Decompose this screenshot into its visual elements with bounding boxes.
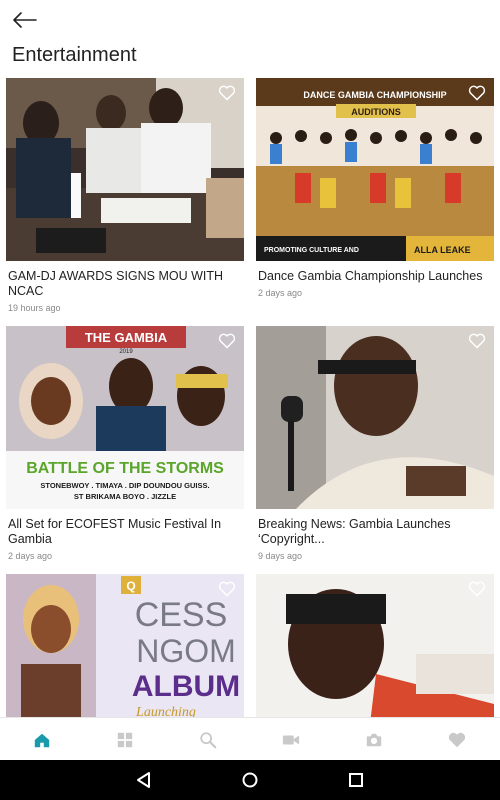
image-caption-right: ALLA LEAKE [414, 245, 471, 255]
favorite-heart-icon[interactable] [218, 85, 236, 101]
festival-poster: THE GAMBIA 2019 BATTLE OF THE STORMS STO… [6, 326, 244, 509]
favorite-heart-icon[interactable] [468, 581, 486, 597]
bottom-navigation [0, 717, 500, 761]
article-thumbnail[interactable]: THE GAMBIA 2019 BATTLE OF THE STORMS STO… [6, 326, 244, 509]
nav-categories[interactable] [83, 718, 167, 761]
home-icon [34, 733, 50, 748]
album-brand-letter: Q [126, 579, 135, 593]
image-caption-left: PROMOTING CULTURE AND [264, 247, 359, 254]
article-title[interactable]: Breaking News: Gambia Launches ‘Copyrigh… [256, 517, 494, 547]
favorite-heart-icon[interactable] [218, 581, 236, 597]
system-back-icon[interactable] [134, 770, 154, 790]
article-timestamp: 19 hours ago [8, 303, 61, 313]
article-card[interactable]: GAM-DJ AWARDS SIGNS MOU WITH NCAC 19 hou… [6, 78, 244, 313]
article-thumbnail[interactable] [6, 78, 244, 261]
poster-lineup-1: STONEBWOY . TIMAYA . DIP DOUNDOU GUISS. [40, 481, 209, 490]
image-badge: AUDITIONS [351, 107, 401, 117]
article-card[interactable]: DANCE GAMBIA CHAMPIONSHIP AUDITIONS PROM… [256, 78, 494, 298]
album-line-2: NGOM [136, 633, 236, 669]
nav-video[interactable] [249, 718, 333, 761]
article-title[interactable]: GAM-DJ AWARDS SIGNS MOU WITH NCAC [6, 269, 244, 299]
system-navigation-bar [0, 760, 500, 800]
system-home-icon[interactable] [240, 770, 260, 790]
search-icon [200, 732, 217, 749]
article-thumbnail[interactable]: DANCE GAMBIA CHAMPIONSHIP AUDITIONS PROM… [256, 78, 494, 261]
article-timestamp: 2 days ago [258, 288, 303, 298]
page-title: Entertainment [12, 44, 137, 66]
video-camera-icon [282, 735, 300, 745]
camera-icon [366, 733, 382, 747]
back-arrow-icon[interactable] [12, 10, 38, 30]
nav-search[interactable] [166, 718, 250, 761]
favorite-heart-icon[interactable] [468, 85, 486, 101]
nav-home[interactable] [0, 718, 84, 761]
top-bar [0, 0, 500, 40]
album-line-4: Launching [135, 705, 196, 717]
system-recents-icon[interactable] [346, 770, 366, 790]
article-card[interactable] [256, 574, 494, 717]
article-thumbnail[interactable] [256, 326, 494, 509]
meeting-photo [6, 78, 244, 261]
favorite-heart-icon[interactable] [218, 333, 236, 349]
article-card[interactable]: THE GAMBIA 2019 BATTLE OF THE STORMS STO… [6, 326, 244, 561]
article-thumbnail[interactable] [256, 574, 494, 717]
article-card[interactable]: Q CESS NGOM ALBUM Launching [6, 574, 244, 717]
article-card[interactable]: Breaking News: Gambia Launches ‘Copyrigh… [256, 326, 494, 561]
speaker-photo [256, 326, 494, 509]
dance-group-photo: DANCE GAMBIA CHAMPIONSHIP AUDITIONS PROM… [256, 78, 494, 261]
poster-year: 2019 [119, 349, 133, 355]
poster-heading: THE GAMBIA [85, 330, 168, 345]
article-title[interactable]: Dance Gambia Championship Launches [256, 269, 494, 284]
grid-icon [117, 732, 133, 748]
article-title[interactable]: All Set for ECOFEST Music Festival In Ga… [6, 517, 244, 547]
album-line-3: ALBUM [132, 670, 240, 703]
article-timestamp: 2 days ago [8, 551, 53, 561]
favorite-heart-icon[interactable] [468, 333, 486, 349]
album-poster: Q CESS NGOM ALBUM Launching [6, 574, 244, 717]
article-thumbnail[interactable]: Q CESS NGOM ALBUM Launching [6, 574, 244, 717]
image-heading: DANCE GAMBIA CHAMPIONSHIP [303, 90, 446, 100]
portrait-photo [256, 574, 494, 717]
nav-favorites[interactable] [415, 718, 499, 761]
album-line-1: CESS [135, 596, 228, 634]
article-timestamp: 9 days ago [258, 551, 303, 561]
poster-headline: BATTLE OF THE STORMS [26, 460, 224, 477]
poster-lineup-2: ST BRIKAMA BOYO . JIZZLE [74, 492, 176, 501]
heart-icon [448, 732, 466, 748]
nav-photo[interactable] [332, 718, 416, 761]
